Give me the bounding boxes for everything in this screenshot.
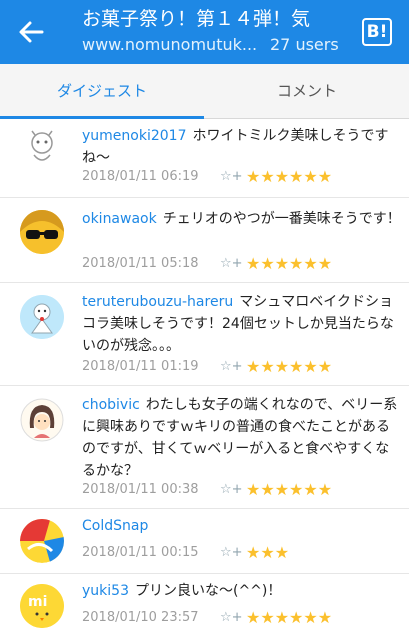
- comment-body: okinawaok チェリオのやつが一番美味そうです！: [82, 208, 402, 230]
- comment-body: teruterubouzu-hareru マシュマロベイクドショコラ美味しそうです…: [82, 291, 402, 357]
- comment-text: プリン良いな～(^^)！: [134, 583, 282, 599]
- add-star-icon[interactable]: ☆+: [220, 256, 243, 271]
- list-item[interactable]: chobivic わたしも女子の端くれなので、ベリー系に興味ありですｗキリの普通の…: [0, 386, 409, 508]
- star-rating: ★★★: [246, 543, 290, 562]
- users-count: 27 users: [270, 35, 339, 54]
- star-rating: ★★★★★★: [246, 480, 333, 499]
- comment-user[interactable]: yuki53: [82, 583, 129, 599]
- add-star-icon[interactable]: ☆+: [220, 169, 243, 184]
- list-item[interactable]: okinawaok チェリオのやつが一番美味そうです！ 2018/01/11 05…: [0, 198, 409, 282]
- list-item[interactable]: mi yuki53 プリン良いな～(^^)！ 2018/01/10 23:57 ☆…: [0, 574, 409, 640]
- star-rating: ★★★★★★: [246, 608, 333, 627]
- add-star-icon[interactable]: ☆+: [220, 482, 243, 497]
- comment-date: 2018/01/10 23:57: [82, 610, 199, 625]
- svg-text:mi: mi: [28, 594, 47, 610]
- star-rating: ★★★★★★: [246, 357, 333, 376]
- avatar: [20, 295, 64, 339]
- avatar: [20, 398, 64, 442]
- comment-body: yumenoki2017 ホワイトミルク美味しそうですね～: [82, 125, 402, 169]
- app-bar: お菓子祭り！第１４弾！気 www.nomunomutuk... 27 users…: [0, 0, 409, 64]
- avatar: mi: [20, 584, 64, 628]
- comment-user[interactable]: teruterubouzu-hareru: [82, 294, 233, 310]
- avatar: [20, 210, 64, 254]
- tab-digest[interactable]: ダイジェスト: [0, 64, 204, 118]
- avatar: [20, 519, 64, 563]
- doodle-avatar-icon: [31, 130, 53, 161]
- comment-user[interactable]: okinawaok: [82, 211, 157, 227]
- comment-user[interactable]: chobivic: [82, 397, 140, 413]
- chick-avatar-icon: mi: [20, 584, 64, 628]
- list-item[interactable]: ColdSnap 2018/01/11 00:15 ☆+ ★★★: [0, 509, 409, 573]
- comment-text: チェリオのやつが一番美味そうです！: [162, 211, 401, 227]
- comment-user[interactable]: ColdSnap: [82, 518, 148, 534]
- list-item[interactable]: yumenoki2017 ホワイトミルク美味しそうですね～ 2018/01/11 …: [0, 119, 409, 197]
- avatar: [20, 125, 64, 169]
- comment-date: 2018/01/11 00:38: [82, 482, 199, 497]
- teru-teru-bozu-avatar-icon: [20, 295, 64, 339]
- star-rating: ★★★★★★: [246, 254, 333, 273]
- comment-user[interactable]: yumenoki2017: [82, 128, 186, 144]
- page-title: お菓子祭り！第１４弾！気: [82, 8, 311, 30]
- list-item[interactable]: teruterubouzu-hareru マシュマロベイクドショコラ美味しそうです…: [0, 283, 409, 385]
- girl-drawing-avatar-icon: [20, 398, 64, 442]
- comment-date: 2018/01/11 06:19: [82, 169, 199, 184]
- sunglasses-avatar-icon: [20, 210, 64, 254]
- tab-bar: ダイジェスト コメント: [0, 64, 409, 119]
- comment-date: 2018/01/11 00:15: [82, 545, 199, 560]
- back-arrow-icon[interactable]: [18, 20, 44, 44]
- comment-date: 2018/01/11 05:18: [82, 256, 199, 271]
- add-star-icon[interactable]: ☆+: [220, 545, 243, 560]
- tab-comments[interactable]: コメント: [205, 64, 409, 118]
- comment-date: 2018/01/11 01:19: [82, 359, 199, 374]
- comment-body: ColdSnap: [82, 515, 402, 537]
- hatena-bookmark-button[interactable]: B!: [362, 18, 392, 46]
- comment-body: chobivic わたしも女子の端くれなので、ベリー系に興味ありですｗキリの普通の…: [82, 394, 402, 482]
- colorful-circle-avatar-icon: [20, 519, 64, 563]
- site-url[interactable]: www.nomunomutuk...: [82, 34, 258, 56]
- comment-body: yuki53 プリン良いな～(^^)！: [82, 580, 402, 602]
- comment-list: yumenoki2017 ホワイトミルク美味しそうですね～ 2018/01/11 …: [0, 119, 409, 640]
- add-star-icon[interactable]: ☆+: [220, 359, 243, 374]
- add-star-icon[interactable]: ☆+: [220, 610, 243, 625]
- star-rating: ★★★★★★: [246, 167, 333, 186]
